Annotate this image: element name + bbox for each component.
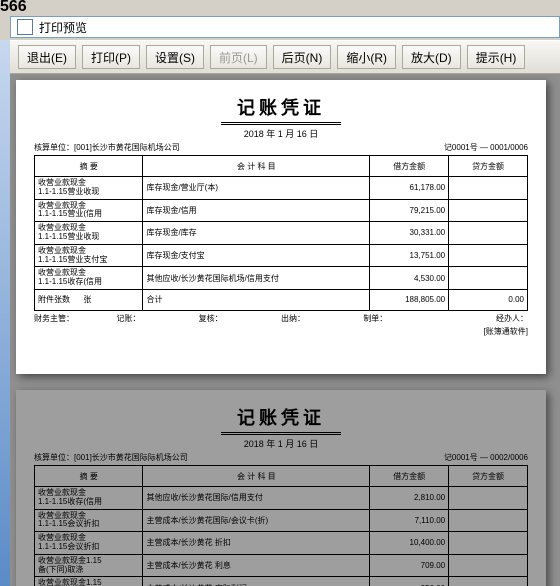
voucher-no: 记0001号 — 0001/0006: [444, 142, 528, 153]
col-debit: 借方金额: [370, 156, 449, 177]
zoom-out-button[interactable]: 缩小(R): [337, 45, 396, 69]
voucher-no: 记0001号 — 0002/0006: [444, 452, 528, 463]
outer-page-number: 566: [0, 0, 27, 16]
col-credit: 贷方金额: [449, 466, 528, 487]
table-row: 收营业款现金1.15备(下同)取涤主营成本/长沙黄花 利息709.00: [35, 554, 528, 577]
col-debit: 借方金额: [370, 466, 449, 487]
table-row: 收营业款现金1.1-1.15营业收现库存现金/营业厅(本)61,178.00: [35, 177, 528, 200]
voucher-table: 摘 要会 计 科 目借方金额贷方金额收营业款现金1.1-1.15收存(信用其他应…: [34, 465, 528, 586]
table-row: 收营业款现金1.1-1.15营业收现库存现金/库存30,331.00: [35, 222, 528, 245]
total-debit: 188,805.00: [370, 289, 449, 310]
toolbar: 退出(E) 打印(P) 设置(S) 前页(L) 后页(N) 缩小(R) 放大(D…: [10, 40, 560, 74]
table-row: 收营业款现金1.1-1.15收存(信用其他应收/长沙黄花国际机场/信用支付4,5…: [35, 267, 528, 290]
table-row: 收营业款现金1.1-1.15收存(信用其他应收/长沙黄花国际/信用支付2,810…: [35, 487, 528, 510]
col-account: 会 计 科 目: [143, 156, 370, 177]
col-summary: 摘 要: [35, 466, 143, 487]
print-preview-icon: [17, 19, 33, 35]
col-summary: 摘 要: [35, 156, 143, 177]
voucher-footer: 财务主管：记账：复核：出纳：制单：经办人：: [34, 313, 528, 324]
zoom-in-button[interactable]: 放大(D): [402, 45, 461, 69]
window-title: 打印预览: [39, 19, 87, 36]
software-stamp: [账簿通软件]: [34, 326, 528, 337]
table-row: 收营业款现金1.15备(下同)主营成本/长沙黄花 实际利润256.00: [35, 577, 528, 586]
table-row: 收营业款现金1.1-1.15会议折扣主营成本/长沙黄花 折扣10,400.00: [35, 532, 528, 555]
voucher-table: 摘 要会 计 科 目借方金额贷方金额收营业款现金1.1-1.15营业收现库存现金…: [34, 155, 528, 311]
print-preview-window: 566 打印预览 退出(E) 打印(P) 设置(S) 前页(L) 后页(N) 缩…: [0, 0, 560, 586]
voucher-page-2: 记账凭证 2018 年 1 月 16 日核算单位：[001]长沙市黄花国际际机场公…: [16, 390, 546, 586]
company-label: 核算单位：[001]长沙市黄花国际机场公司: [34, 142, 180, 153]
voucher-page-1: 记账凭证 2018 年 1 月 16 日核算单位：[001]长沙市黄花国际机场公司…: [16, 80, 546, 374]
prev-page-button: 前页(L): [210, 45, 267, 69]
next-page-button[interactable]: 后页(N): [273, 45, 332, 69]
titlebar: 打印预览: [10, 16, 560, 38]
table-row: 收营业款现金1.1-1.15营业支付宝库存现金/支付宝13,751.00: [35, 244, 528, 267]
total-credit: 0.00: [449, 289, 528, 310]
table-row: 收营业款现金1.1-1.15会议折扣主营成本/长沙黄花国际/会议卡(折)7,11…: [35, 509, 528, 532]
voucher-date: 2018 年 1 月 16 日: [34, 437, 528, 450]
print-button[interactable]: 打印(P): [82, 45, 140, 69]
voucher-title: 记账凭证: [34, 404, 528, 435]
exit-button[interactable]: 退出(E): [18, 45, 76, 69]
table-row: 收营业款现金1.1-1.15营业(信用库存现金/信用79,215.00: [35, 199, 528, 222]
col-account: 会 计 科 目: [143, 466, 370, 487]
left-ruler: [0, 40, 10, 586]
voucher-title: 记账凭证: [34, 94, 528, 125]
preview-canvas[interactable]: 记账凭证 2018 年 1 月 16 日核算单位：[001]长沙市黄花国际机场公司…: [10, 74, 560, 586]
company-label: 核算单位：[001]长沙市黄花国际际机场公司: [34, 452, 188, 463]
voucher-date: 2018 年 1 月 16 日: [34, 127, 528, 140]
setup-button[interactable]: 设置(S): [146, 45, 204, 69]
col-credit: 贷方金额: [449, 156, 528, 177]
hint-button[interactable]: 提示(H): [467, 45, 526, 69]
